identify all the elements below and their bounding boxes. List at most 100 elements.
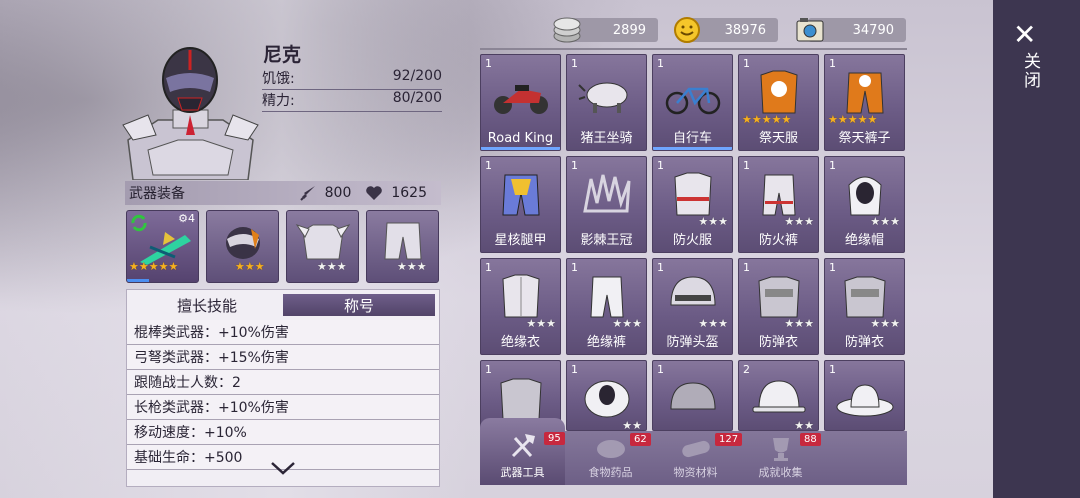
equip-slot-armor[interactable]: ★★★ xyxy=(286,210,359,283)
insulated-hood-icon xyxy=(848,176,882,216)
weapon-stars-text: ★★★★★ xyxy=(129,260,179,273)
fire-pants-icon xyxy=(762,174,796,216)
item-stars-text: ★★★ xyxy=(612,317,642,330)
food-label: 食物药品 xyxy=(588,466,633,479)
item-label: 防火裤 xyxy=(758,233,798,248)
item-stars-text: ★★ xyxy=(794,419,814,431)
inventory-item[interactable]: 1 ★★★ 防弹衣 xyxy=(824,258,905,355)
item-label: 祭天裤子 xyxy=(838,131,891,146)
item-stars: ★★★ xyxy=(870,216,900,227)
item-stars-text: ★★★ xyxy=(698,215,728,228)
fire-suit-icon xyxy=(674,172,712,216)
chevron-down-icon[interactable] xyxy=(270,460,296,476)
gold-coin-icon xyxy=(674,17,700,43)
armor-stars: ★★★ xyxy=(317,261,347,272)
inventory-item[interactable]: 1 星核腿甲 xyxy=(480,156,561,253)
item-label: 绝缘帽 xyxy=(844,233,884,248)
close-label[interactable]: 关闭 xyxy=(1018,52,1043,90)
tab-food[interactable]: 62 食物药品 xyxy=(568,431,653,485)
weapons-label: 武器工具 xyxy=(500,466,545,479)
axe-tool-icon xyxy=(511,434,535,458)
tab-weapons-tools[interactable]: 95 武器工具 xyxy=(480,418,565,485)
inventory-item[interactable]: 1 猪王坐骑 xyxy=(566,54,647,151)
item-label: 绝缘衣 xyxy=(500,335,540,350)
weapon-durability-bar xyxy=(127,279,149,282)
item-stars-text: ★★★ xyxy=(526,317,556,330)
inventory-item[interactable]: 1 ★★★ 防火裤 xyxy=(738,156,819,253)
armor-stars-text: ★★★ xyxy=(317,260,347,273)
item-stars-text: ★★★ xyxy=(784,215,814,228)
tab-skills[interactable]: 擅长技能 xyxy=(131,294,283,316)
item-stars-text: ★★★ xyxy=(870,317,900,330)
skill-row: 棍棒类武器：+10%伤害 xyxy=(127,320,439,345)
health-stat: 1625 xyxy=(365,185,427,201)
silver-value: 2899 xyxy=(612,22,646,38)
inventory-item[interactable]: 1 xyxy=(652,360,733,431)
inventory-item[interactable]: 2 ★★ xyxy=(738,360,819,431)
energy-stat: 精力: 80/200 xyxy=(262,90,442,112)
inventory-item[interactable]: 1 影棘王冠 xyxy=(566,156,647,253)
health-value: 1625 xyxy=(391,185,427,201)
armored-pants-icon xyxy=(384,222,422,260)
skill-row: 跟随战士人数：2 xyxy=(127,370,439,395)
equipment-title: 武器装备 xyxy=(129,186,185,202)
spiked-armor-icon xyxy=(295,224,351,260)
inventory-item[interactable]: 1 ★★★ 绝缘裤 xyxy=(566,258,647,355)
inventory-item[interactable]: 1 ★★★ 防弹头盔 xyxy=(652,258,733,355)
hunger-value: 92/200 xyxy=(392,68,442,84)
inventory-item[interactable]: 1 ★★★ 防弹衣 xyxy=(738,258,819,355)
item-label: 防弹头盔 xyxy=(666,335,719,350)
bulletproof-helmet-icon xyxy=(670,276,716,306)
sword-icon xyxy=(299,186,315,201)
weapon-stars: ★★★★★ xyxy=(129,261,178,272)
tab-title[interactable]: 称号 xyxy=(283,294,435,316)
weapon-level: 4 xyxy=(188,212,195,225)
sun-hat-icon xyxy=(836,384,894,417)
inventory-item[interactable]: 1 ★★★ 绝缘帽 xyxy=(824,156,905,253)
thorn-crown-icon xyxy=(583,174,631,213)
attack-stat: 800 xyxy=(299,184,352,202)
divider xyxy=(480,48,907,50)
ceremonial-robe-icon xyxy=(760,70,798,114)
log-icon xyxy=(681,440,710,458)
equip-slot-weapon[interactable]: ⚙4 ★★★★★ xyxy=(126,210,199,283)
item-label: 影棘王冠 xyxy=(580,233,633,248)
equip-slot-helmet[interactable]: ★★★ xyxy=(206,210,279,283)
materials-label: 物资材料 xyxy=(673,466,718,479)
hunger-stat: 饥饿: 92/200 xyxy=(262,68,442,90)
item-label: 防弹衣 xyxy=(758,335,798,350)
skills-panel: 擅长技能 称号 棍棒类武器：+10%伤害 弓弩类武器：+15%伤害 跟随战士人数… xyxy=(126,289,440,487)
energy-label: 精力: xyxy=(262,93,295,109)
item-stars-text: ★★★ xyxy=(870,215,900,228)
character-portrait xyxy=(122,47,259,180)
tab-achievements[interactable]: 88 成就收集 xyxy=(738,431,823,485)
inventory-item[interactable]: 1 ★★★ 防火服 xyxy=(652,156,733,253)
food-icon xyxy=(596,440,625,458)
refresh-icon xyxy=(131,214,147,232)
bicycle-icon xyxy=(665,87,721,115)
item-stars: ★★★ xyxy=(698,216,728,227)
inventory-item[interactable]: 1★★ xyxy=(566,360,647,431)
item-label: 星核腿甲 xyxy=(494,233,547,248)
insulated-jacket-icon xyxy=(502,274,540,318)
attack-value: 800 xyxy=(324,185,352,201)
inventory-item[interactable]: 1 自行车 xyxy=(652,54,733,151)
achievements-count: 88 xyxy=(800,433,821,446)
pants-stars: ★★★ xyxy=(397,261,427,272)
character-name: 尼克 xyxy=(263,44,302,66)
close-icon[interactable]: ✕ xyxy=(1013,18,1036,51)
silver-coin-icon xyxy=(553,17,581,43)
item-stars: ★★★ xyxy=(870,318,900,329)
item-label: 自行车 xyxy=(672,131,712,146)
pants-stars-text: ★★★ xyxy=(397,260,427,273)
achievements-label: 成就收集 xyxy=(758,466,803,479)
gold-value: 38976 xyxy=(724,22,766,38)
inventory-item[interactable]: 1 Road King xyxy=(480,54,561,151)
equip-slot-pants[interactable]: ★★★ xyxy=(366,210,439,283)
tab-materials[interactable]: 127 物资材料 xyxy=(653,431,743,485)
item-stars: ★★★★★ xyxy=(828,114,877,125)
inventory-item[interactable]: 1 xyxy=(824,360,905,431)
inventory-item[interactable]: 1 ★★★ 绝缘衣 xyxy=(480,258,561,355)
inventory-item[interactable]: 1 ★★★★★ 祭天服 xyxy=(738,54,819,151)
inventory-item[interactable]: 1 ★★★★★ 祭天裤子 xyxy=(824,54,905,151)
